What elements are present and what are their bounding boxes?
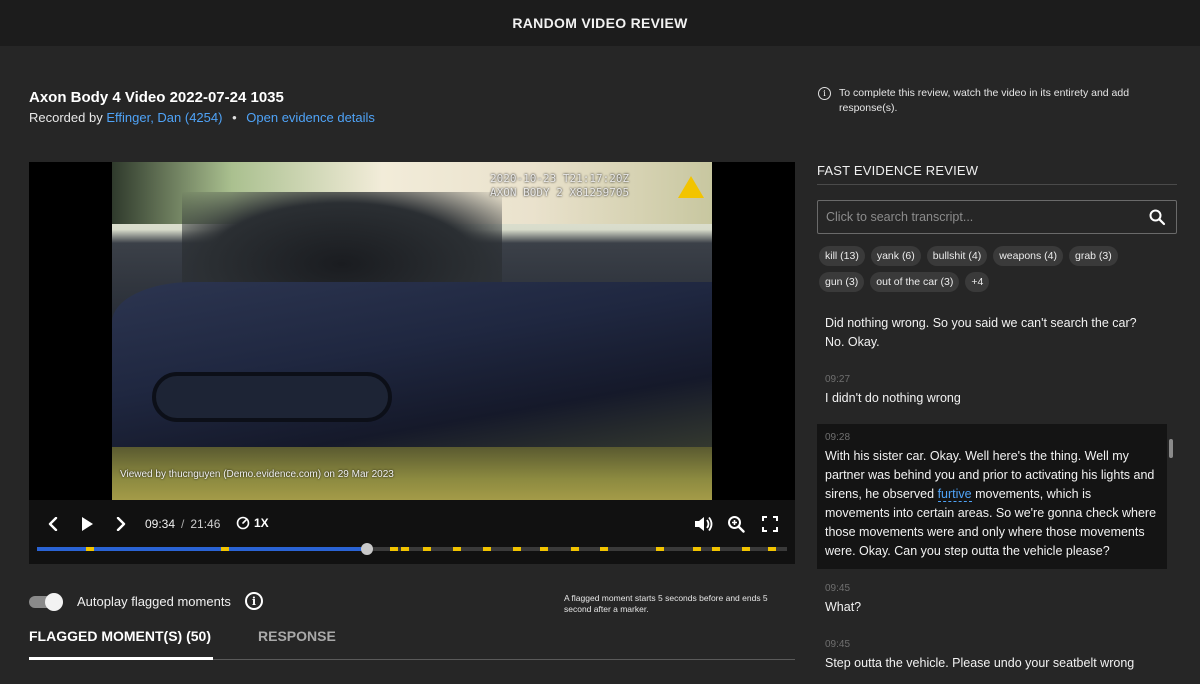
speedometer-icon [236, 516, 250, 530]
chip-row: kill (13) yank (6) bullshit (4) weapons … [819, 246, 1179, 266]
transcript-text: Did nothing wrong. So you said we can't … [825, 316, 1137, 349]
review-notice: i To complete this review, watch the vid… [818, 86, 1178, 116]
more-keywords-chip[interactable]: +4 [965, 272, 990, 292]
next-icon[interactable] [111, 514, 131, 534]
page-title: RANDOM VIDEO REVIEW [512, 15, 688, 31]
flag-marker[interactable] [389, 547, 398, 551]
transcript-segment-active[interactable]: 09:28 With his sister car. Okay. Well he… [817, 424, 1167, 569]
transcript-list: Did nothing wrong. So you said we can't … [817, 302, 1167, 684]
flag-marker[interactable] [483, 547, 492, 551]
recorded-by-line: Recorded by Effinger, Dan (4254) • Open … [29, 110, 375, 125]
current-time: 09:34 [145, 517, 176, 531]
evidence-title: Axon Body 4 Video 2022-07-24 1035 [29, 89, 284, 106]
total-time: 21:46 [190, 517, 221, 531]
video-watermark: Viewed by thucnguyen (Demo.evidence.com)… [120, 469, 394, 480]
info-icon: i [818, 87, 831, 100]
tab-response[interactable]: RESPONSE [258, 628, 348, 660]
flag-marker[interactable] [742, 547, 750, 551]
timeline-scrubber[interactable] [361, 543, 373, 555]
keyword-chip[interactable]: out of the car (3) [870, 272, 960, 292]
flagged-moment-note: A flagged moment starts 5 seconds before… [564, 593, 768, 614]
transcript-scrollbar[interactable] [1169, 439, 1173, 458]
video-timeline[interactable] [37, 543, 787, 555]
autoplay-label: Autoplay flagged moments [77, 593, 231, 609]
zoom-in-icon[interactable] [726, 514, 746, 534]
flag-marker[interactable] [220, 547, 229, 551]
flag-marker[interactable] [655, 547, 664, 551]
play-icon[interactable] [77, 514, 97, 534]
keyword-chip[interactable]: weapons (4) [993, 246, 1063, 266]
highlighted-keyword[interactable]: furtive [937, 487, 972, 502]
previous-icon[interactable] [43, 514, 63, 534]
flag-marker[interactable] [599, 547, 608, 551]
transcript-segment[interactable]: 09:27 I didn't do nothing wrong [817, 360, 1167, 416]
transcript-segment[interactable]: 09:45 Step outta the vehicle. Please und… [817, 625, 1167, 681]
flag-marker[interactable] [571, 547, 579, 551]
search-icon[interactable] [1148, 208, 1166, 226]
keyword-chip[interactable]: yank (6) [870, 246, 921, 266]
flag-marker[interactable] [768, 547, 777, 551]
top-bar: RANDOM VIDEO REVIEW [0, 0, 1200, 46]
flag-marker[interactable] [85, 547, 94, 551]
chip-row: gun (3) out of the car (3) +4 [819, 272, 1179, 292]
notice-text: To complete this review, watch the video… [839, 87, 1130, 114]
video-scene-door-handle [152, 372, 392, 422]
transcript-text: What? [825, 600, 862, 614]
flag-marker[interactable] [423, 547, 432, 551]
transcript-time: 09:45 [825, 639, 851, 650]
transcript-time: 09:27 [825, 374, 851, 385]
playback-speed-label: 1X [254, 516, 269, 530]
video-player[interactable]: 2020-10-23 T21:17:20Z AXON BODY 2 X81259… [29, 162, 795, 564]
flag-marker[interactable] [453, 547, 462, 551]
flag-marker[interactable] [400, 547, 409, 551]
keyword-chip[interactable]: kill (13) [819, 246, 865, 266]
open-evidence-details-link[interactable]: Open evidence details [246, 110, 375, 125]
flag-marker[interactable] [712, 547, 720, 551]
fullscreen-icon[interactable] [760, 514, 780, 534]
axon-logo-icon [678, 176, 704, 198]
transcript-text: I didn't do nothing wrong [825, 391, 961, 405]
review-tabs: FLAGGED MOMENT(S) (50) RESPONSE [29, 628, 795, 660]
divider [817, 184, 1177, 185]
transcript-text: Step outta the vehicle. Please undo your… [825, 656, 1135, 670]
transcript-time: 09:45 [825, 583, 851, 594]
officer-link[interactable]: Effinger, Dan (4254) [106, 110, 222, 125]
autoplay-control: Autoplay flagged moments i [29, 592, 263, 611]
toggle-thumb [45, 593, 63, 611]
transcript-segment[interactable]: 09:45 What? [817, 569, 1167, 625]
flag-marker[interactable] [693, 547, 702, 551]
flag-marker[interactable] [513, 547, 522, 551]
keyword-chip[interactable]: gun (3) [819, 272, 865, 292]
recorded-by-label: Recorded by [29, 110, 103, 125]
info-icon[interactable]: i [244, 592, 263, 610]
transcript-text: With his sister car. Okay. Well here's t… [825, 447, 1159, 561]
autoplay-toggle[interactable] [29, 592, 63, 611]
keyword-chip[interactable]: bullshit (4) [926, 246, 988, 266]
volume-icon[interactable] [692, 514, 714, 534]
keyword-chip[interactable]: grab (3) [1069, 246, 1118, 266]
transcript-search-input[interactable]: Click to search transcript... [817, 200, 1177, 234]
flag-marker[interactable] [539, 547, 548, 551]
time-separator: / [181, 517, 185, 531]
video-overlay-timestamp: 2020-10-23 T21:17:20Z AXON BODY 2 X81259… [490, 172, 630, 199]
video-frame[interactable]: 2020-10-23 T21:17:20Z AXON BODY 2 X81259… [112, 162, 712, 500]
time-display: 09:34 / 21:46 [145, 517, 220, 531]
player-controls: 09:34 / 21:46 1X [29, 500, 795, 564]
separator-dot: • [232, 110, 237, 125]
keyword-chips: kill (13) yank (6) bullshit (4) weapons … [819, 246, 1179, 298]
tab-flagged-moments[interactable]: FLAGGED MOMENT(S) (50) [29, 628, 213, 660]
transcript-segment[interactable]: Did nothing wrong. So you said we can't … [817, 302, 1167, 360]
playback-speed-button[interactable]: 1X [236, 516, 269, 530]
fast-evidence-review-title: FAST EVIDENCE REVIEW [817, 163, 979, 178]
search-placeholder: Click to search transcript... [826, 210, 974, 224]
transcript-time: 09:28 [825, 432, 851, 443]
